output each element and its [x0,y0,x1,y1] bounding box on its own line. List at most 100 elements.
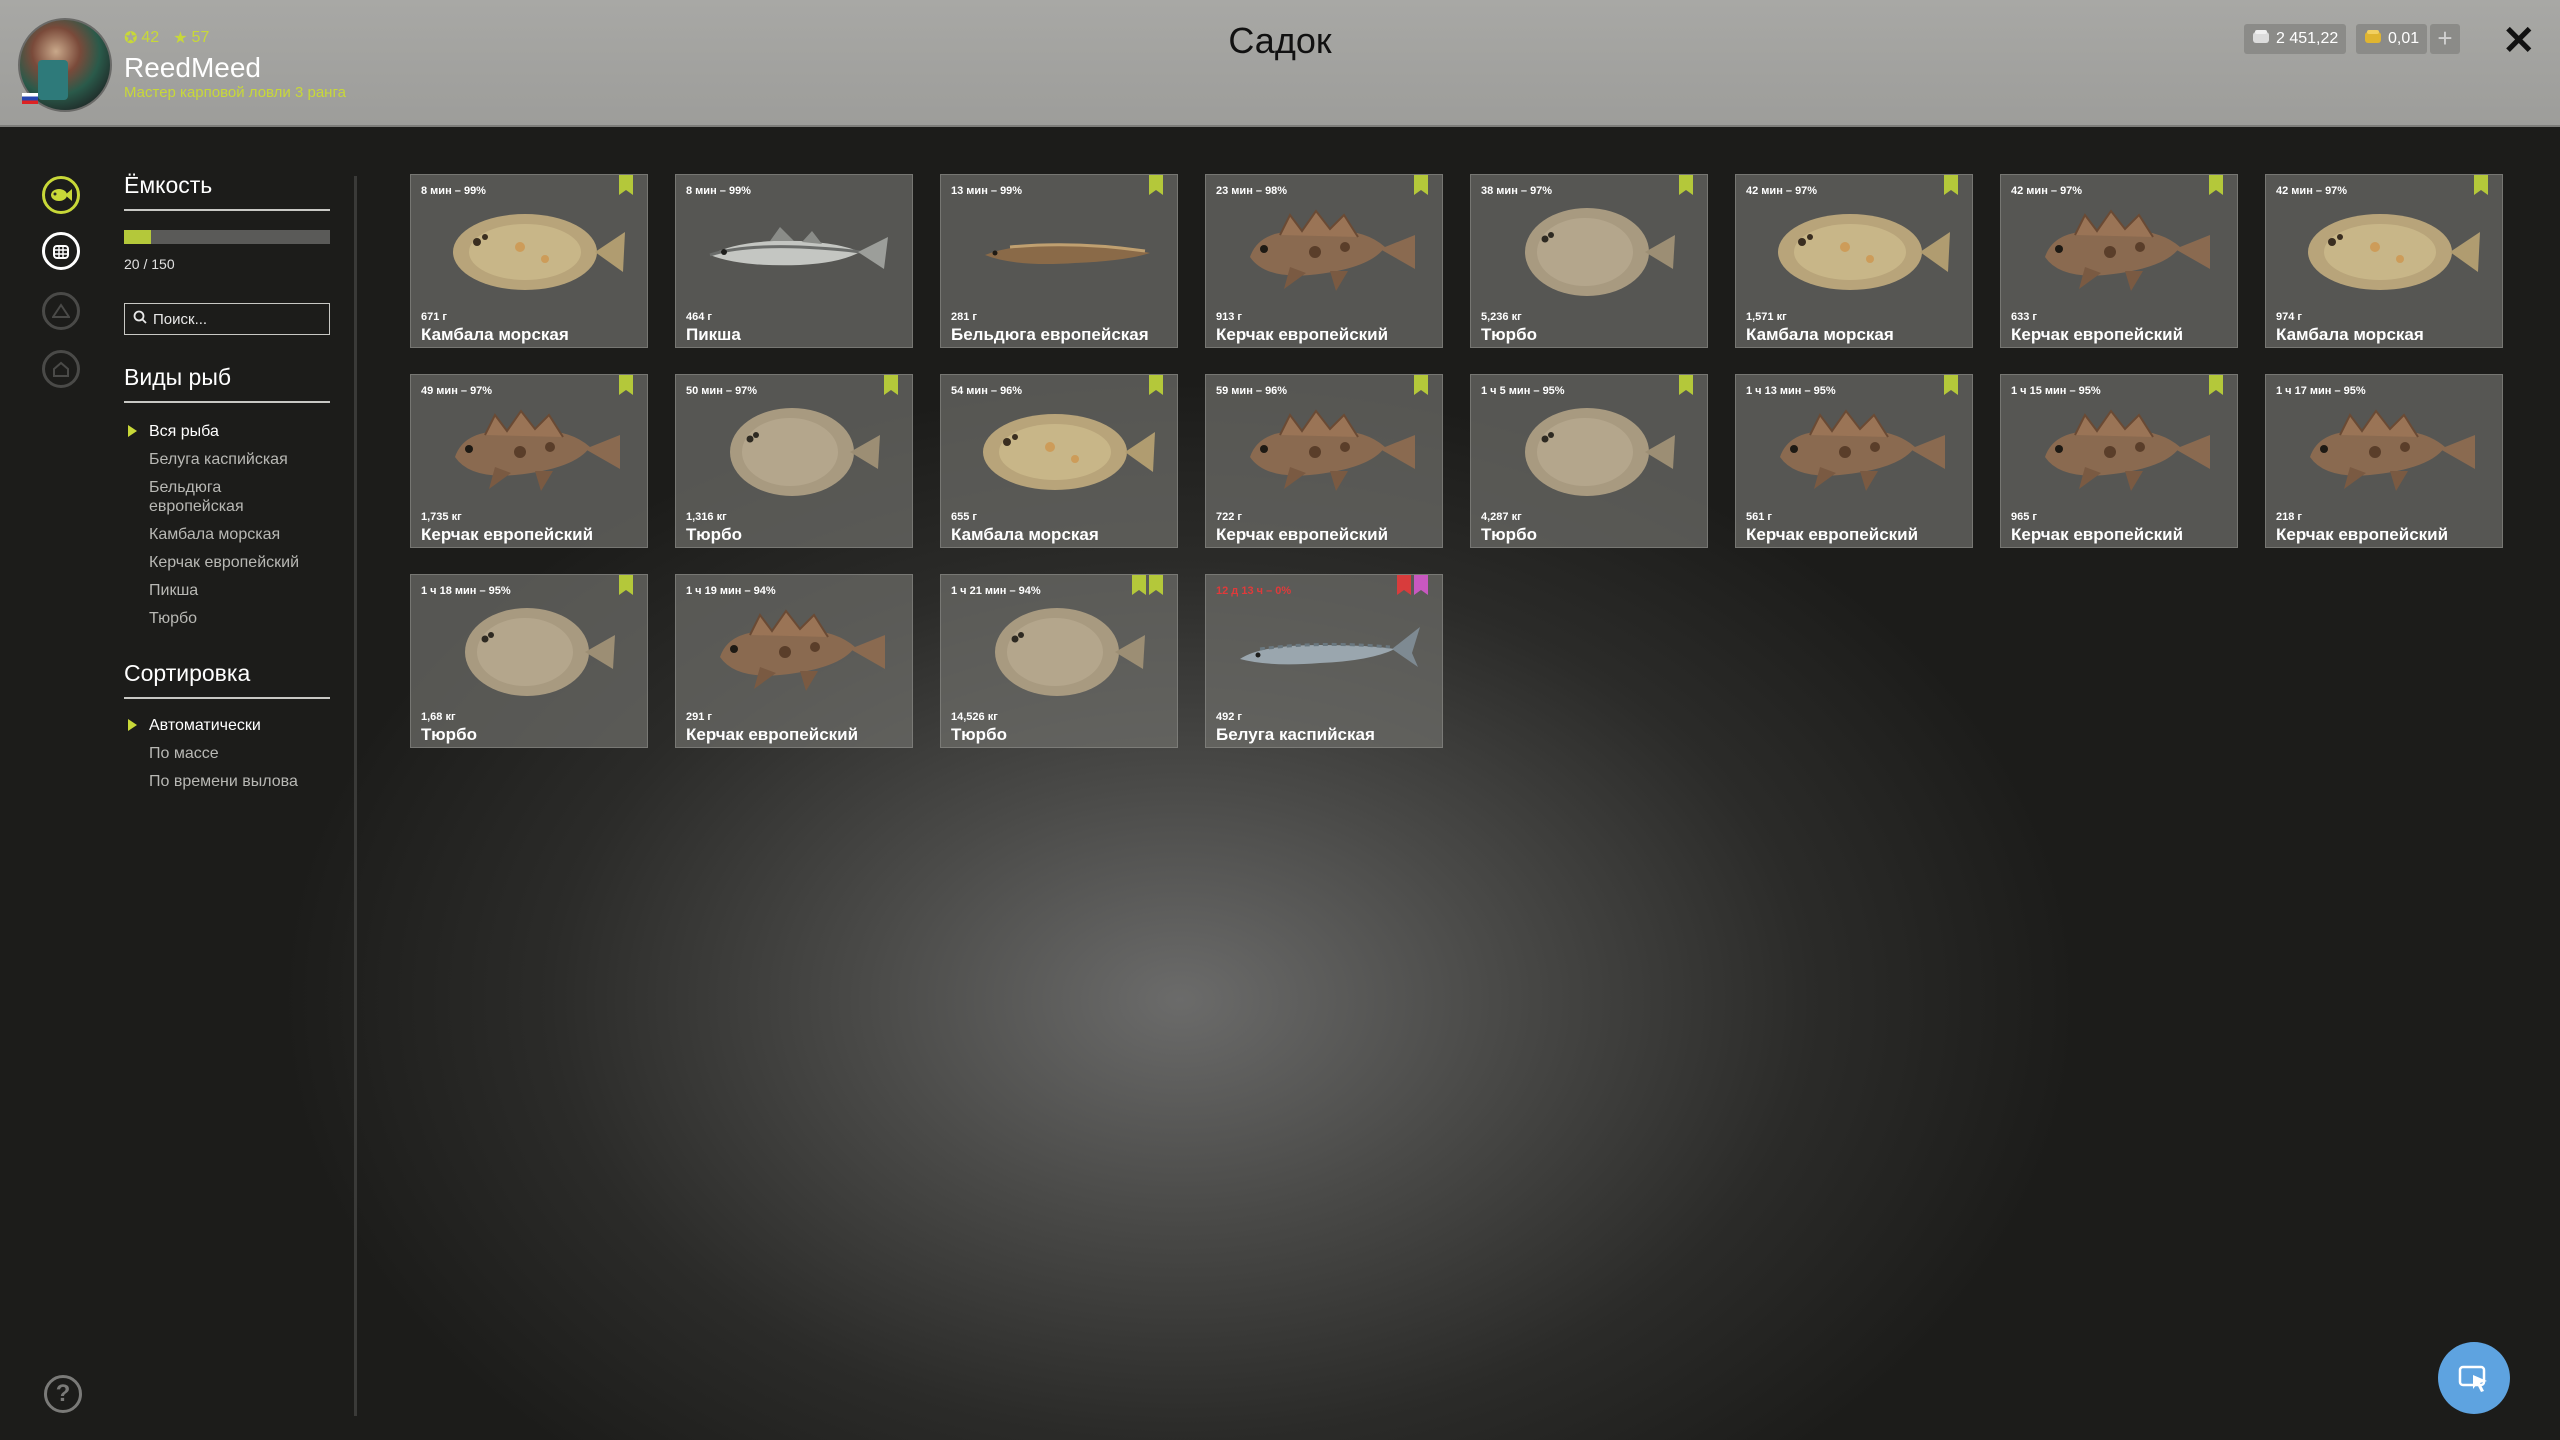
fish-weight: 671 г [421,311,447,323]
card-badges [619,175,633,195]
search-input[interactable]: Поиск... [124,303,330,335]
fish-card[interactable]: 1 ч 15 мин – 95% 965 г Керчак европейский [2000,374,2238,548]
fish-card[interactable]: 42 мин – 97% 974 г Камбала морская [2265,174,2503,348]
card-badges [1397,575,1428,595]
keepnet-basket-icon[interactable] [42,232,80,270]
fish-card[interactable]: 59 мин – 96% 722 г Керчак европейский [1205,374,1443,548]
user-rank-title: Мастер карповой ловли 3 ранга [124,84,346,101]
gold-balance-value: 0,01 [2388,30,2420,47]
bookmark-green-icon[interactable] [1944,175,1958,195]
fish-species-name: Керчак европейский [2276,525,2449,544]
capacity-bar [124,230,330,244]
species-filter-item[interactable]: Бельдюга европейская [124,478,269,516]
bookmark-green-icon[interactable] [1132,575,1146,595]
catch-time-freshness: 12 д 13 ч – 0% [1216,585,1292,597]
bookmark-green-icon[interactable] [1414,375,1428,395]
bookmark-green-icon[interactable] [1149,175,1163,195]
camp-icon[interactable] [42,292,80,330]
sculpin-fish-image [1250,209,1415,291]
bookmark-green-icon[interactable] [1414,175,1428,195]
gold-balance: 0,01 [2356,24,2428,54]
haddock-fish-image [709,227,888,269]
card-badges [619,575,633,595]
fish-card[interactable]: 49 мин – 97% 1,735 кг Керчак европейский [410,374,648,548]
fish-card[interactable]: 12 д 13 ч – 0% 492 г Белуга каспийская [1205,574,1443,748]
catch-time-freshness: 50 мин – 97% [686,385,758,397]
species-filter-item[interactable]: Пикша [124,581,344,600]
sort-option-item[interactable]: Автоматически [124,716,344,735]
catch-time-freshness: 59 мин – 96% [1216,385,1288,397]
bookmark-green-icon[interactable] [2209,175,2223,195]
fish-weight: 974 г [2276,311,2302,323]
fish-card[interactable]: 1 ч 17 мин – 95% 218 г Керчак европейский [2265,374,2503,548]
fish-card[interactable]: 1 ч 18 мин – 95% 1,68 кг Тюрбо [410,574,648,748]
add-currency-button[interactable]: + [2430,24,2460,54]
bookmark-green-icon[interactable] [1149,575,1163,595]
bookmark-green-icon[interactable] [619,375,633,395]
close-icon[interactable]: ✕ [2502,18,2536,64]
catch-time-freshness: 8 мин – 99% [686,185,751,197]
fish-species-name: Тюрбо [421,725,477,744]
bookmark-green-icon[interactable] [2209,375,2223,395]
species-filter-item[interactable]: Камбала морская [124,525,344,544]
fish-card[interactable]: 1 ч 13 мин – 95% 561 г Керчак европейский [1735,374,1973,548]
fish-card[interactable]: 8 мин – 99% 671 г Камбала морская [410,174,648,348]
card-badges [884,375,898,395]
fish-card[interactable]: 50 мин – 97% 1,316 кг Тюрбо [675,374,913,548]
fish-card[interactable]: 1 ч 19 мин – 94% 291 г Керчак европейский [675,574,913,748]
sort-option-item[interactable]: По времени вылова [124,772,344,791]
fish-weight: 1,68 кг [421,711,456,723]
fish-species-name: Тюрбо [951,725,1007,744]
fish-species-name: Керчак европейский [2011,525,2184,544]
fish-species-name: Белуга каспийская [1216,725,1375,744]
bookmark-green-icon[interactable] [1679,375,1693,395]
flounder-fish-image [1778,214,1950,290]
bookmark-green-icon[interactable] [884,375,898,395]
home-icon[interactable] [42,350,80,388]
catch-time-freshness: 8 мин – 99% [421,185,486,197]
fish-species-name: Бельдюга европейская [951,325,1149,344]
fish-card[interactable]: 1 ч 5 мин – 95% 4,287 кг Тюрбо [1470,374,1708,548]
capacity-count: 20 / 150 [124,256,175,272]
fish-card[interactable]: 42 мин – 97% 633 г Керчак европейский [2000,174,2238,348]
fish-species-name: Камбала морская [1746,325,1894,344]
bookmark-green-icon[interactable] [619,175,633,195]
catch-time-freshness: 42 мин – 97% [2276,185,2348,197]
fish-card[interactable]: 23 мин – 98% 913 г Керчак европейский [1205,174,1443,348]
fish-card[interactable]: 54 мин – 96% 655 г Камбала морская [940,374,1178,548]
species-filter-item[interactable]: Керчак европейский [124,553,344,572]
fish-card[interactable]: 42 мин – 97% 1,571 кг Камбала морская [1735,174,1973,348]
fish-species-name: Камбала морская [951,525,1099,544]
species-filter-item[interactable]: Вся рыба [124,422,344,441]
bookmark-green-icon[interactable] [1944,375,1958,395]
bookmark-green-icon[interactable] [619,575,633,595]
fish-card[interactable]: 38 мин – 97% 5,236 кг Тюрбо [1470,174,1708,348]
species-filter-item[interactable]: Белуга каспийская [124,450,344,469]
fish-card[interactable]: 1 ч 21 мин – 94% 14,526 кг Тюрбо [940,574,1178,748]
capacity-bar-fill [124,230,152,244]
bookmark-pink-icon[interactable] [1414,575,1428,595]
capacity-section: Ёмкость [124,172,330,211]
card-badges [2209,175,2223,195]
fish-weight: 4,287 кг [1481,511,1522,523]
catch-time-freshness: 1 ч 21 мин – 94% [951,585,1041,597]
catch-time-freshness: 1 ч 5 мин – 95% [1481,385,1565,397]
fish-weight: 14,526 кг [951,711,998,723]
fish-species-name: Камбала морская [2276,325,2424,344]
turbot-fish-image [465,608,615,696]
species-filter-item[interactable]: Тюрбо [124,609,344,628]
sort-option-item[interactable]: По массе [124,744,344,763]
fish-card[interactable]: 8 мин – 99% 464 г Пикша [675,174,913,348]
bookmark-green-icon[interactable] [1149,375,1163,395]
sculpin-fish-image [1780,409,1945,491]
cursor-mode-button[interactable] [2438,1342,2510,1414]
sort-title: Сортировка [124,660,330,699]
fish-species-name: Пикша [686,325,741,344]
help-icon[interactable]: ? [44,1375,82,1413]
fish-weight: 633 г [2011,311,2037,323]
bookmark-green-icon[interactable] [2474,175,2488,195]
bookmark-red-icon[interactable] [1397,575,1411,595]
fish-card[interactable]: 13 мин – 99% 281 г Бельдюга европейская [940,174,1178,348]
keepnet-tab-fish-icon[interactable] [42,176,80,214]
bookmark-green-icon[interactable] [1679,175,1693,195]
